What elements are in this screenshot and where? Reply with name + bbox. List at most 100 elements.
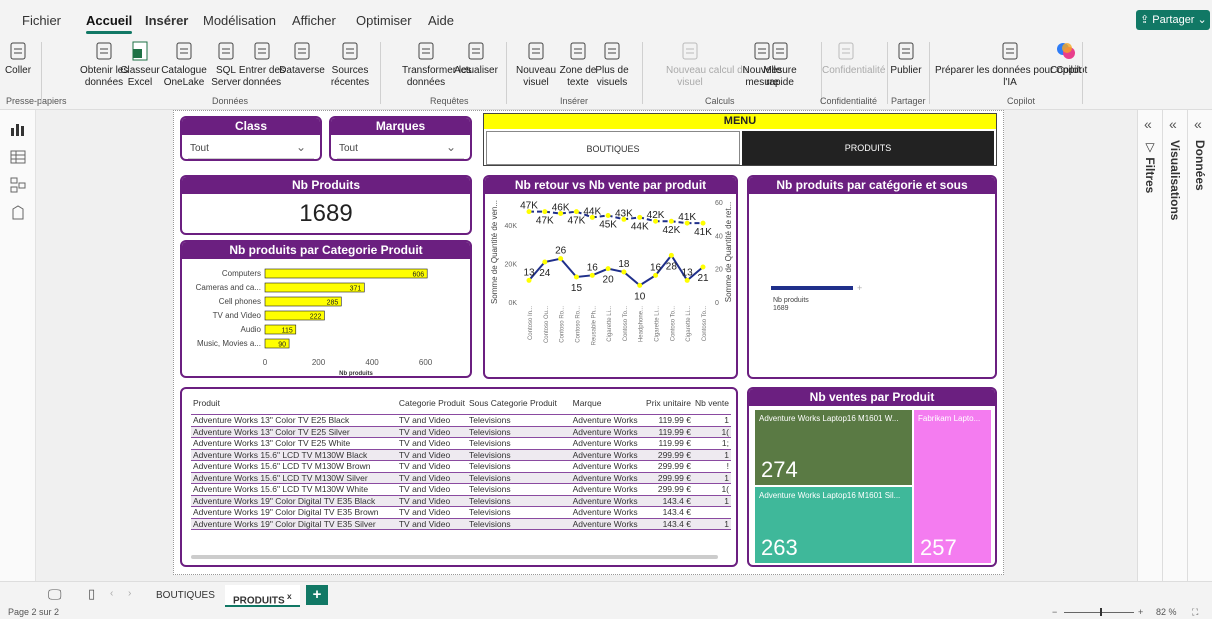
line-chart-visual[interactable]: Nb retour vs Nb vente par produit Somme …	[483, 175, 738, 379]
series-marker[interactable]	[637, 214, 643, 220]
tab-aide[interactable]: Aide	[428, 13, 454, 28]
category-chart-visual[interactable]: Nb produits par catégorie et sous catégo…	[747, 175, 997, 379]
horizontal-scrollbar[interactable]	[191, 555, 718, 559]
table-row[interactable]: Adventure Works 19" Color Digital TV E35…	[191, 506, 731, 519]
quick-measure-button[interactable]: Mesure rapide	[756, 40, 804, 89]
chevron-down-icon[interactable]: ⌄	[296, 140, 306, 154]
report-view-icon[interactable]	[9, 120, 27, 138]
publish-button[interactable]: Publier	[882, 40, 930, 77]
tab-inserer[interactable]: Insérer	[145, 13, 188, 28]
series-marker[interactable]	[542, 259, 548, 265]
fit-page-icon[interactable]: ⛶	[1192, 607, 1198, 618]
bar[interactable]	[264, 268, 428, 279]
column-header[interactable]: Nb vente	[693, 397, 731, 415]
zoom-out-icon[interactable]: −	[1052, 607, 1057, 617]
series-marker[interactable]	[589, 272, 595, 278]
sensitivity-button[interactable]: Confidentialité	[822, 40, 885, 77]
zoom-in-icon[interactable]: +	[1138, 607, 1143, 617]
filtres-pane[interactable]: « ▽ Filtres	[1137, 110, 1162, 585]
series-marker[interactable]	[621, 269, 627, 275]
products-table[interactable]: Produit Categorie Produit Sous Categorie P…	[180, 387, 738, 567]
column-header[interactable]: Prix unitaire	[642, 397, 693, 415]
column-header[interactable]: Marque	[571, 397, 642, 415]
series-marker[interactable]	[573, 209, 579, 215]
excel-button[interactable]: Classeur Excel	[116, 40, 164, 89]
tab-fichier[interactable]: Fichier	[22, 13, 61, 28]
series-marker[interactable]	[526, 277, 532, 283]
tab-afficher[interactable]: Afficher	[292, 13, 336, 28]
series-marker[interactable]	[558, 256, 564, 262]
series-marker[interactable]	[668, 252, 674, 258]
series-marker[interactable]	[700, 264, 706, 270]
zoom-slider-thumb[interactable]	[1100, 608, 1102, 616]
dax-query-icon[interactable]	[9, 204, 27, 222]
table-view-icon[interactable]	[9, 148, 27, 166]
onelake-button[interactable]: Catalogue OneLake	[160, 40, 208, 89]
model-view-icon[interactable]	[9, 176, 27, 194]
mobile-layout-icon[interactable]: ▯	[88, 586, 95, 602]
boutiques-nav-button[interactable]: BOUTIQUES	[486, 131, 740, 165]
series-marker[interactable]	[668, 218, 674, 224]
series-marker[interactable]	[573, 274, 579, 280]
visualisations-pane[interactable]: « Visualisations	[1162, 110, 1187, 585]
bar-chart-visual[interactable]: Nb produits par Categorie Produit Comput…	[180, 240, 472, 378]
x-tick-label: Cigarette Li...	[686, 306, 692, 342]
series-marker[interactable]	[605, 212, 611, 218]
column-header[interactable]: Sous Categorie Produit	[467, 397, 571, 415]
class-slicer-value[interactable]: Tout	[190, 143, 209, 154]
treemap-visual[interactable]: Nb ventes par Produit Adventure Works La…	[747, 387, 997, 567]
tab-optimiser[interactable]: Optimiser	[356, 13, 412, 28]
add-page-button[interactable]: +	[306, 585, 328, 605]
series-marker[interactable]	[637, 282, 643, 288]
next-page-icon[interactable]: ›	[128, 588, 131, 599]
series-marker[interactable]	[542, 209, 548, 215]
series-marker[interactable]	[684, 277, 690, 283]
bar[interactable]	[771, 286, 853, 290]
column-header[interactable]: Categorie Produit	[397, 397, 467, 415]
paste-button[interactable]: Coller	[0, 40, 42, 77]
prev-page-icon[interactable]: ‹	[110, 588, 113, 599]
treemap-cell[interactable]: Adventure Works Laptop16 M1601 Sil... 263	[755, 487, 912, 563]
collapse-icon[interactable]: «	[1169, 116, 1177, 132]
table-row[interactable]: Adventure Works 13" Color TV E25 Silver T…	[191, 426, 731, 438]
marques-slicer-value[interactable]: Tout	[339, 143, 358, 154]
table-row[interactable]: Adventure Works 13" Color TV E25 Black TV…	[191, 414, 731, 427]
table-row[interactable]: Adventure Works 19" Color Digital TV E35…	[191, 495, 731, 507]
transform-button[interactable]: Transformer les données	[402, 40, 472, 89]
desktop-layout-icon[interactable]: 🖵	[48, 586, 62, 603]
produits-nav-button[interactable]: PRODUITS	[742, 131, 994, 165]
copilot-button[interactable]: Copilot	[1050, 40, 1081, 77]
series-marker[interactable]	[653, 272, 659, 278]
table-row[interactable]: Adventure Works 13" Color TV E25 White TV…	[191, 437, 731, 450]
more-visuals-button[interactable]: Plus de visuels	[588, 40, 636, 89]
close-tab-icon[interactable]: x	[285, 591, 292, 601]
new-visual-button[interactable]: Nouveau visuel	[512, 40, 560, 89]
page-tab-boutiques[interactable]: BOUTIQUES	[148, 585, 223, 607]
marques-slicer[interactable]: Marques Tout ⌄	[329, 116, 472, 161]
table-row[interactable]: Adventure Works 19" Color Digital TV E35…	[191, 518, 731, 530]
chevron-down-icon[interactable]: ⌄	[446, 140, 456, 154]
tab-modelisation[interactable]: Modélisation	[203, 13, 276, 28]
donnees-pane[interactable]: « Données	[1187, 110, 1212, 585]
class-slicer[interactable]: Class Tout ⌄	[180, 116, 322, 161]
visual-calc-button[interactable]: Nouveau calcul de visuel	[666, 40, 748, 89]
zoom-slider[interactable]	[1064, 612, 1134, 613]
dataverse-button[interactable]: Dataverse	[278, 40, 326, 77]
share-button[interactable]: ⇪ Partager ⌄	[1136, 10, 1210, 30]
table-row[interactable]: Adventure Works 15.6" LCD TV M130W White…	[191, 483, 731, 496]
table-row[interactable]: Adventure Works 15.6" LCD TV M130W Brown…	[191, 460, 731, 473]
collapse-icon[interactable]: «	[1194, 116, 1202, 132]
series-marker[interactable]	[605, 266, 611, 272]
collapse-icon[interactable]: «	[1144, 116, 1152, 132]
treemap-cell[interactable]: Fabrikam Lapto... 257	[914, 410, 991, 563]
expand-icon[interactable]: +	[857, 283, 862, 293]
treemap-cell[interactable]: Adventure Works Laptop16 M1601 W... 274	[755, 410, 912, 485]
table-row[interactable]: Adventure Works 15.6" LCD TV M130W Silve…	[191, 472, 731, 484]
table-row[interactable]: Adventure Works 15.6" LCD TV M130W Black…	[191, 449, 731, 461]
recent-sources-button[interactable]: Sources récentes	[326, 40, 374, 89]
refresh-button[interactable]: Actualiser	[452, 40, 500, 77]
series-marker[interactable]	[700, 220, 706, 226]
tab-accueil[interactable]: Accueil	[86, 13, 133, 34]
column-header[interactable]: Produit	[191, 397, 397, 415]
page-tab-produits[interactable]: PRODUITS x	[225, 585, 300, 607]
